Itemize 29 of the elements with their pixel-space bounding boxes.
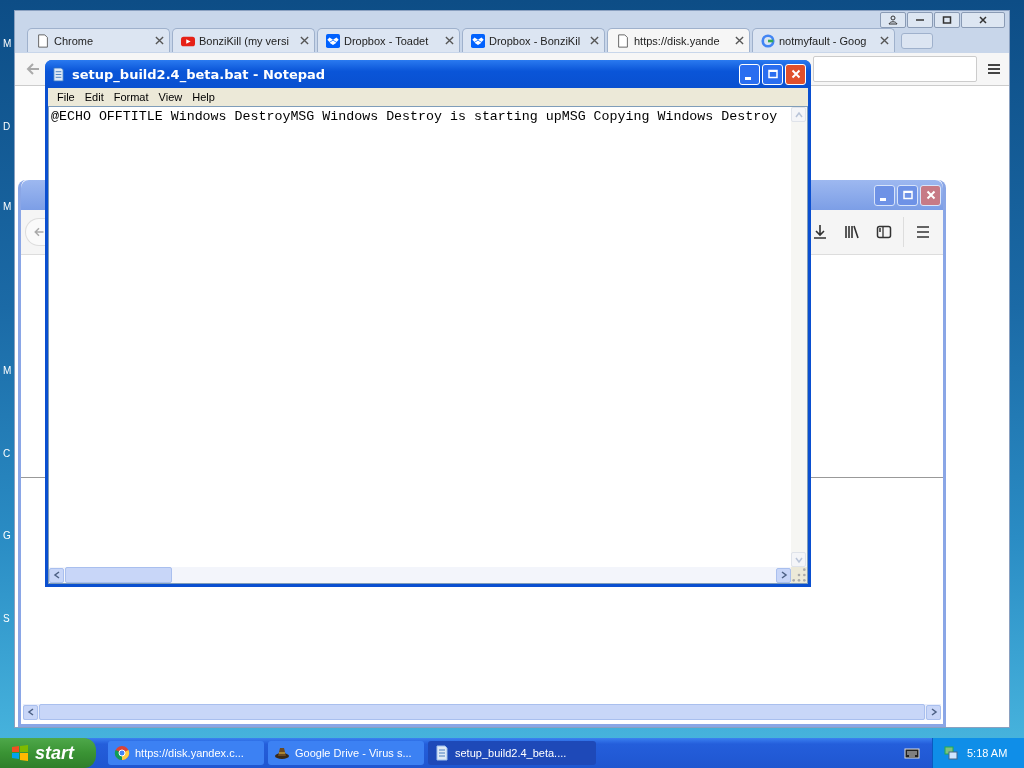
taskbar-button[interactable]: Google Drive - Virus s...: [268, 741, 424, 765]
menu-item[interactable]: Format: [108, 91, 154, 103]
desktop-icon-label[interactable]: M: [3, 201, 12, 212]
desktop-icon-label[interactable]: C: [3, 448, 11, 459]
text-area[interactable]: @ECHO OFFTITLE Windows DestroyMSG Windows Destroy is starting upMSG Copying Windows Destroy: [49, 107, 791, 567]
browser-tab[interactable]: BonziKill (my versi: [172, 28, 315, 52]
browser-tab[interactable]: https://disk.yande: [607, 28, 750, 52]
menu-item[interactable]: File: [52, 91, 80, 103]
desktop-icon-label[interactable]: G: [3, 530, 11, 541]
tab-title: Dropbox - Toadet: [344, 34, 430, 47]
browser-tab[interactable]: Dropbox - Toadet: [317, 28, 460, 52]
menu-item[interactable]: View: [153, 91, 188, 103]
browser-tab[interactable]: notmyfault - Goog: [752, 28, 895, 52]
taskbar-button[interactable]: https://disk.yandex.c...: [108, 741, 264, 765]
tab-title: Dropbox - BonziKil: [489, 34, 582, 47]
tab-title: Chrome: [54, 34, 95, 47]
desktop-icon-label[interactable]: M: [3, 38, 12, 49]
start-button[interactable]: start: [0, 738, 96, 768]
browser-tab[interactable]: Dropbox - BonziKil: [462, 28, 605, 52]
window-title: setup_build2.4_beta.bat - Notepad: [72, 66, 326, 82]
menu-item[interactable]: Help: [187, 91, 220, 103]
browser-tab[interactable]: Chrome: [27, 28, 170, 52]
desktop-icon-label[interactable]: D: [3, 121, 11, 132]
taskbar-button[interactable]: setup_build2.4_beta....: [428, 741, 596, 765]
desktop-icon-label[interactable]: M: [3, 365, 12, 376]
tab-title: BonziKill (my versi: [199, 34, 290, 47]
tab-title: https://disk.yande: [634, 34, 721, 47]
tab-title: notmyfault - Goog: [779, 34, 868, 47]
menu-item[interactable]: Edit: [79, 91, 109, 103]
